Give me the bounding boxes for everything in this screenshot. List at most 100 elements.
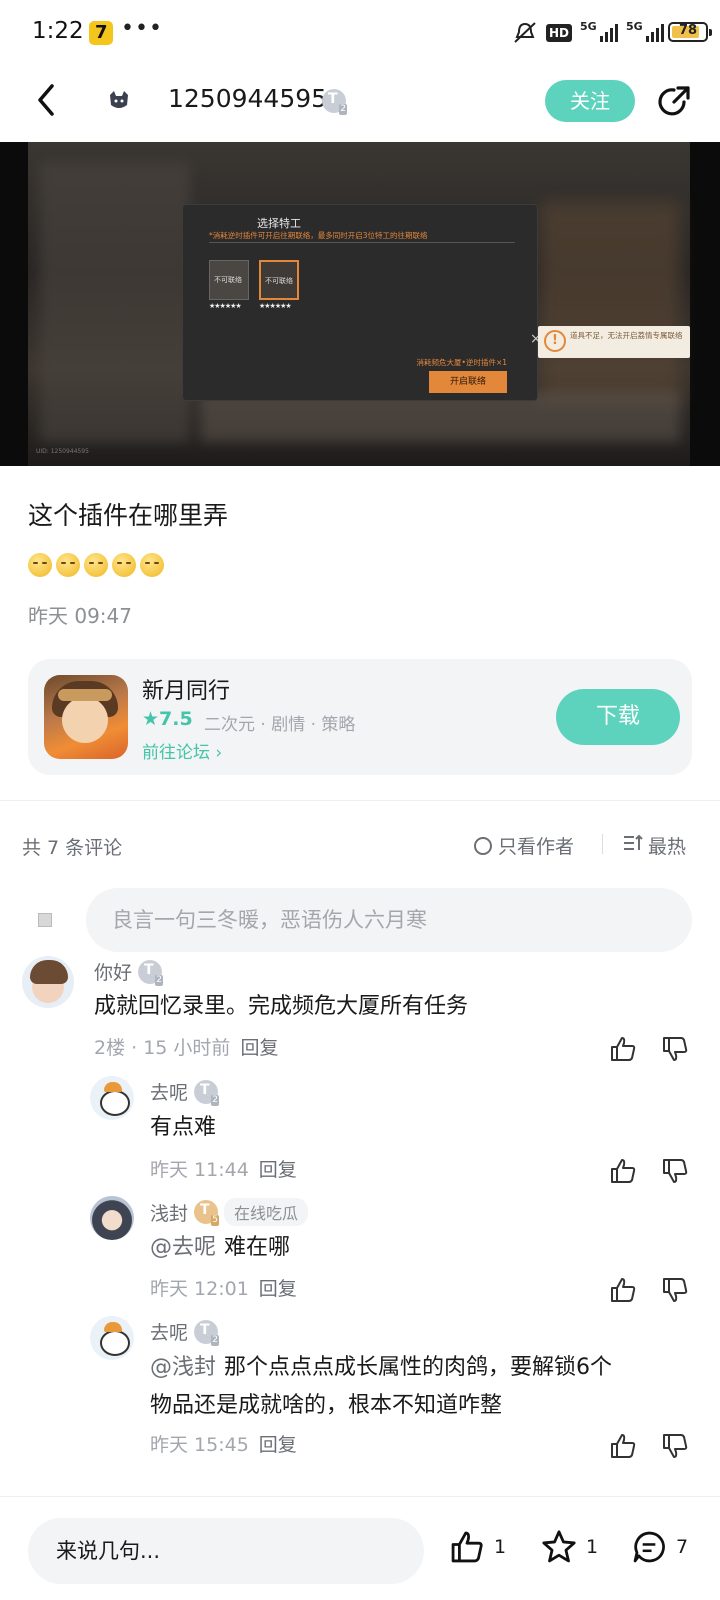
comment-text: @去呢 难在哪 [150,1235,291,1260]
level-badge-icon: 2 [138,959,164,986]
commenter-avatar[interactable] [22,956,74,1008]
download-button[interactable]: 下载 [556,689,680,745]
smirk-emoji-icon [84,553,108,577]
like-icon[interactable] [608,1156,638,1186]
mention-link[interactable]: @去呢 [150,1235,216,1260]
operator-card-selected: 不可联络 [259,260,299,300]
status-icons: HD 5G 5G 78 [512,20,712,46]
status-bar: 1:22 ••• HD 5G 5G 78 [0,0,720,64]
comment-text-line2: 物品还是成就啥的，根本不知道咋整 [150,1393,503,1418]
toast-text: 道具不足，无法开启荔情专属联络 [570,331,683,340]
game-tags: 二次元 · 剧情 · 策略 [204,715,356,735]
smirk-emoji-icon [140,553,164,577]
comment-count: 共 7 条评论 [22,837,123,859]
reply-button[interactable]: 回复 [259,1434,297,1456]
post-time: 昨天 09:47 [28,604,132,628]
bottom-comment-input[interactable]: 来说几句... [28,1518,424,1584]
level-badge-icon: 5 [194,1200,220,1226]
author-avatar[interactable] [106,87,132,113]
warning-icon: ! [544,330,566,352]
like-icon[interactable] [608,1034,638,1064]
bottom-action-bar: 来说几句... 1 1 7 [0,1497,720,1600]
dislike-icon[interactable] [660,1431,690,1461]
game-rating: ★7.5 [142,708,193,730]
dislike-icon[interactable] [660,1275,690,1305]
like-icon[interactable] [608,1275,638,1305]
mention-link[interactable]: @浅封 [150,1355,216,1380]
commenter-avatar[interactable] [90,1196,134,1240]
comments-button[interactable]: 7 [630,1527,688,1567]
dialog-divider [209,242,515,243]
back-button[interactable] [28,78,68,122]
author-only-label[interactable]: 只看作者 [498,832,574,859]
operator-card: 不可联络 [209,260,249,300]
sort-icon[interactable] [622,833,644,858]
app-notification-icon [89,21,113,45]
like-post-button[interactable]: 1 [448,1527,506,1567]
like-icon [451,1531,483,1563]
comment-total: 7 [676,1536,689,1558]
dialog-subtitle: *消耗逆时插件可开启往期联络，最多同时开启3位特工的往期联络 [209,231,428,240]
status-time: 1:22 [32,18,84,44]
level-badge-icon: 2 [322,89,347,115]
background-blur-right [540,202,680,402]
comment-meta: 2楼 · 15 小时前 回复 [94,1037,279,1059]
follow-button[interactable]: 关注 [545,80,635,122]
comment-text: @浅封 那个点点点成长属性的肉鸽，要解锁6个 [150,1355,613,1380]
commenter-avatar[interactable] [90,1076,134,1120]
post-title: 这个插件在哪里弄 [28,501,229,530]
like-count: 1 [494,1536,507,1558]
battery-icon: 78 [668,22,712,42]
game-toast: ! 道具不足，无法开启荔情专属联络 [538,326,690,358]
smirk-emoji-icon [112,553,136,577]
comment-input[interactable]: 良言一句三冬暖，恶语伤人六月寒 [86,888,692,952]
commenter-name[interactable]: 浅封 5 在线吃瓜 [150,1198,309,1226]
reply-button[interactable]: 回复 [240,1037,278,1059]
reply-button[interactable]: 回复 [259,1278,297,1300]
game-name[interactable]: 新月同行 [142,673,230,705]
level-badge-icon: 2 [194,1079,220,1106]
operator-stars: ★★★★★★ [209,302,242,310]
share-icon[interactable] [654,82,694,122]
my-avatar [38,913,52,927]
uid-watermark: UID: 1250944595 [36,448,89,455]
post-image[interactable]: 选择特工 *消耗逆时插件可开启往期联络，最多同时开启3位特工的往期联络 不可联络… [0,142,720,466]
operator-stars: ★★★★★★ [259,302,292,310]
star-icon [542,1530,576,1563]
smirk-emoji-icon [56,553,80,577]
sort-label[interactable]: 最热 [648,832,686,859]
game-card[interactable]: 新月同行 ★7.5 二次元 · 剧情 · 策略 前往论坛 › 下载 [28,659,692,775]
signal-1-icon: 5G [580,20,618,44]
favorite-count: 1 [586,1536,599,1558]
comment-text: 有点难 [150,1115,217,1140]
user-tag: 在线吃瓜 [224,1198,309,1226]
more-notifications-icon: ••• [121,16,163,41]
author-name[interactable]: 1250944595 [168,84,327,113]
game-dialog: 选择特工 *消耗逆时插件可开启往期联络，最多同时开启3位特工的往期联络 不可联络… [182,204,538,401]
commenter-avatar[interactable] [90,1316,134,1360]
mute-icon [512,22,538,44]
comment-meta: 昨天 12:01 回复 [150,1278,297,1300]
hd-voice-icon: HD [545,24,572,42]
like-icon[interactable] [608,1431,638,1461]
dialog-title: 选择特工 [257,217,301,230]
smirk-emoji-icon [28,553,52,577]
favorite-button[interactable]: 1 [540,1527,598,1567]
reply-button[interactable]: 回复 [259,1159,297,1181]
game-app-icon[interactable] [44,675,128,759]
sort-divider [602,834,603,854]
dislike-icon[interactable] [660,1034,690,1064]
commenter-name[interactable]: 你好 2 [94,958,164,986]
forum-link[interactable]: 前往论坛 › [142,738,222,763]
sort-button[interactable]: 最热 [622,832,686,859]
open-contact-button: 开启联络 [429,371,507,393]
comment-meta: 昨天 15:45 回复 [150,1434,297,1456]
level-badge-icon: 2 [194,1319,220,1346]
signal-2-icon: 5G [626,20,664,44]
commenter-name[interactable]: 去呢 2 [150,1078,220,1106]
commenter-name[interactable]: 去呢 2 [150,1318,220,1346]
comment-icon [633,1531,665,1563]
dislike-icon[interactable] [660,1156,690,1186]
author-only-toggle[interactable]: 只看作者 [474,832,574,859]
radio-icon[interactable] [474,836,492,855]
